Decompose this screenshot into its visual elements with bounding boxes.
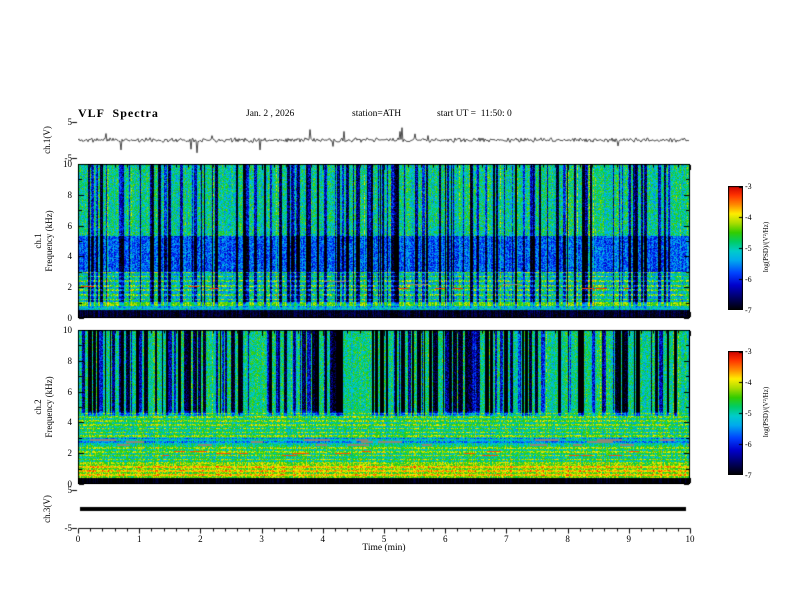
x-tick-label: 10 (685, 534, 695, 544)
colorbar-ch1-tick-label: -6 (745, 275, 752, 284)
wave1-ytick-label: 5 (67, 117, 73, 127)
wave1-ytick-label: -5 (64, 153, 73, 163)
header-date: Jan. 2 , 2026 (246, 109, 295, 119)
x-tick-label: 3 (259, 534, 264, 544)
spec1-ytick-label: 4 (67, 251, 73, 262)
x-tick-label: 6 (442, 534, 448, 544)
ch2-spectrogram-canvas (78, 330, 690, 484)
x-tick-label: 8 (565, 534, 570, 544)
spec2-ytick-label: 6 (67, 386, 73, 397)
header-station: station=ATH (352, 109, 402, 119)
wave3-ytick-label: 5 (67, 485, 73, 495)
colorbar-ch1-tick-label: -4 (745, 213, 752, 222)
colorbar-ch2-tick-label: -7 (745, 471, 752, 480)
ch3-voltage-axis-label: ch.3(V) (42, 495, 52, 523)
colorbar-ch1 (728, 186, 743, 310)
x-tick-label: 9 (626, 534, 632, 544)
ch1-spectrogram-canvas (78, 164, 690, 318)
spec2-ytick-label: 10 (63, 325, 72, 335)
x-tick-label: 1 (136, 534, 142, 544)
vlf-spectra-figure: VLF Spectra Jan. 2 , 2026 station=ATH st… (0, 0, 792, 612)
colorbar-ch2 (728, 351, 743, 475)
x-tick-label: 5 (381, 534, 387, 544)
colorbar-ch2-tick-label: -5 (745, 409, 752, 418)
x-tick-label: 7 (504, 534, 509, 544)
colorbar-ch1-label: log(PSD)/(V²/Hz) (762, 221, 770, 273)
ch1-voltage-axis-label: ch.1(V) (42, 126, 52, 154)
ch1-channel-label: ch.1 (33, 233, 43, 249)
x-axis-label: Time (min) (362, 543, 406, 553)
header-start-ut: start UT = 11:50: 0 (437, 109, 512, 119)
colorbar-ch2-tick-label: -4 (745, 378, 752, 387)
colorbar-ch2-tick-label: -3 (745, 347, 752, 356)
spec1-ytick-label: 0 (67, 313, 73, 323)
colorbar-ch1-tick-label: -5 (745, 244, 752, 253)
wave3-ytick-label: -5 (64, 523, 73, 533)
spec1-ytick-label: 6 (67, 220, 73, 231)
spec1-ytick-label: 2 (67, 282, 73, 293)
spec1-ytick-label: 8 (67, 189, 73, 200)
spec2-ytick-label: 2 (67, 448, 73, 459)
colorbar-ch2-tick-label: -6 (745, 440, 752, 449)
plot-title: VLF Spectra (78, 106, 159, 120)
ch1-waveform-canvas (78, 122, 690, 158)
spec2-ytick-label: 8 (67, 355, 73, 366)
colorbar-ch2-label: log(PSD)/(V²/Hz) (762, 386, 770, 438)
x-tick-label: 4 (320, 534, 326, 544)
ch3-waveform-canvas (78, 490, 690, 528)
colorbar-ch1-tick-label: -7 (745, 306, 752, 315)
spec2-ytick-label: 4 (67, 417, 73, 428)
ch2-channel-label: ch.2 (33, 399, 43, 415)
colorbar-ch1-tick-label: -3 (745, 182, 752, 191)
x-tick-label: 2 (198, 534, 203, 544)
x-tick-label: 0 (75, 534, 81, 544)
